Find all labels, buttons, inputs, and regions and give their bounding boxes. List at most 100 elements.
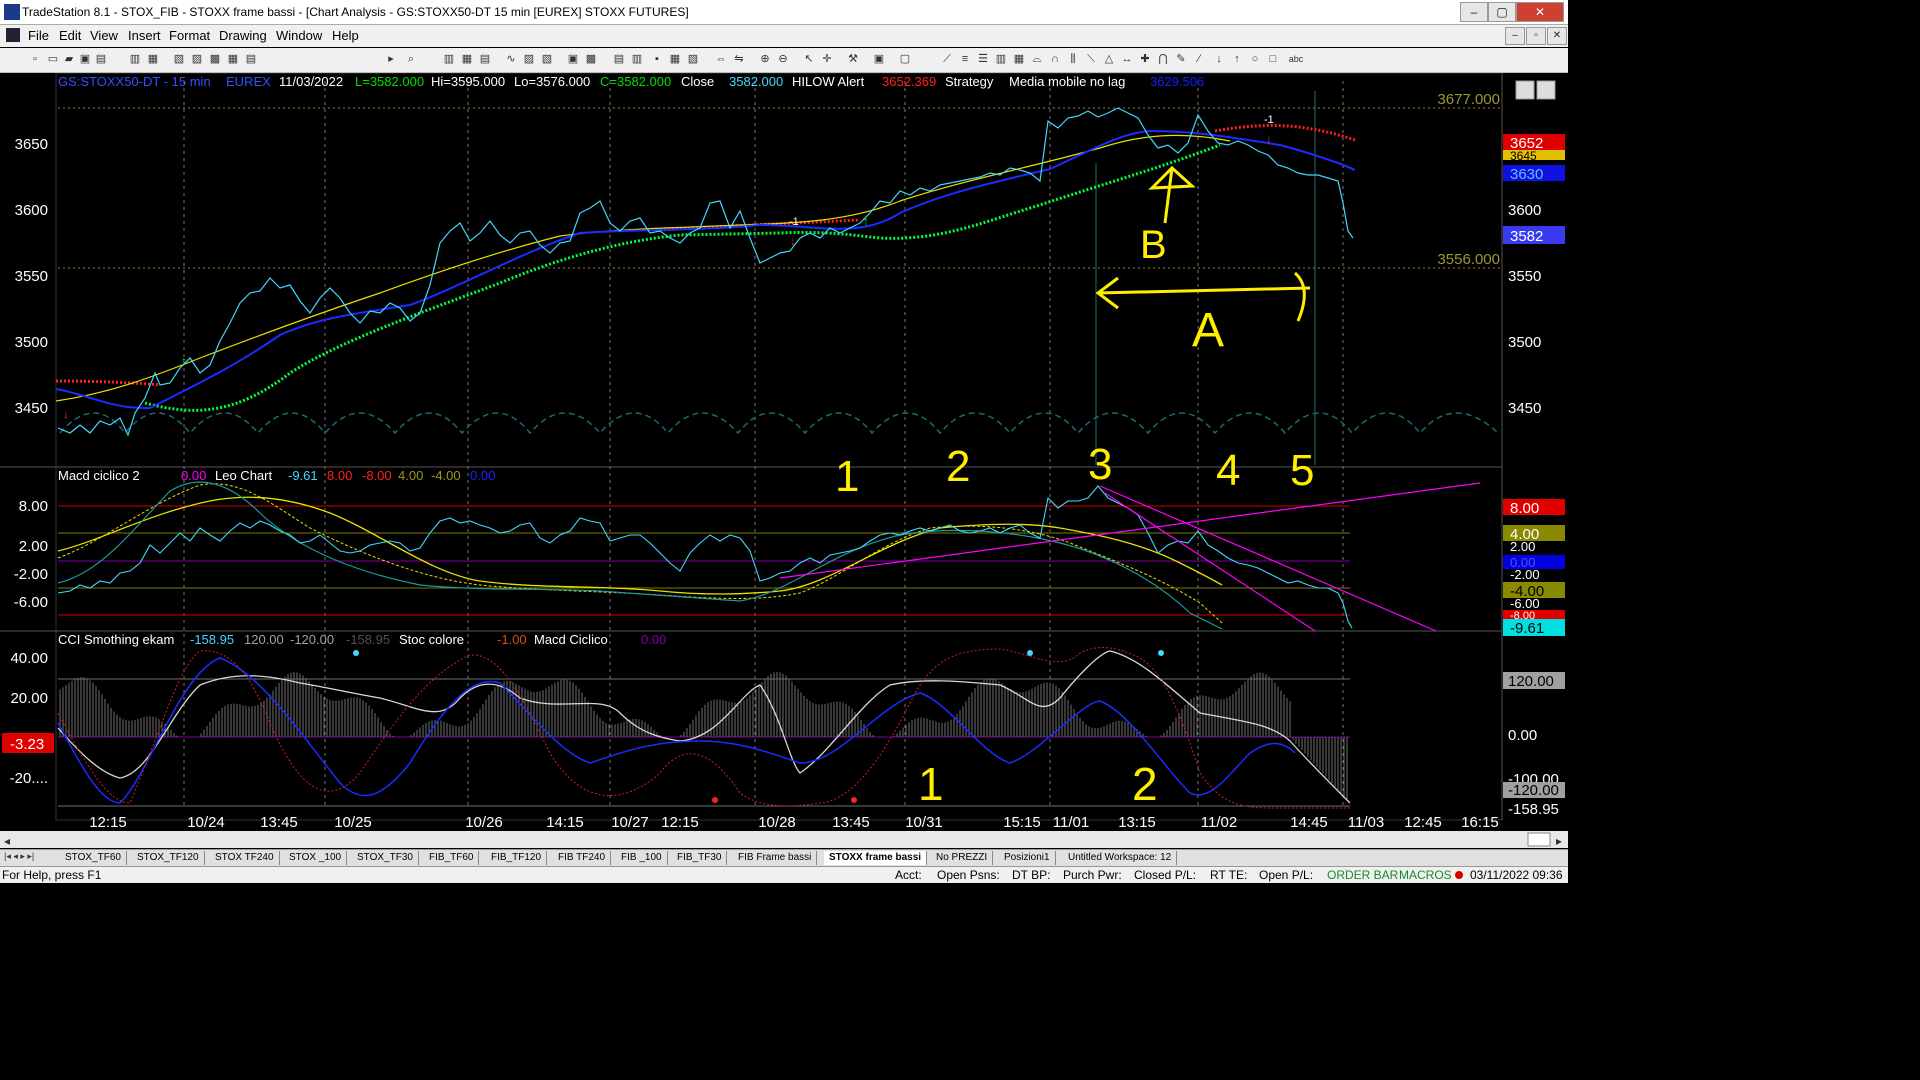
tab-stox-100[interactable]: STOX _100: [284, 851, 348, 865]
regression-icon[interactable]: ⟍: [1084, 52, 1098, 66]
indicator-icon[interactable]: ∿: [504, 52, 518, 66]
menu-view[interactable]: View: [90, 28, 118, 43]
menu-format[interactable]: Format: [169, 28, 210, 43]
trendline-icon[interactable]: ⟋: [940, 52, 954, 66]
right-y-tick: 3450: [1508, 400, 1541, 417]
arrow-up-icon[interactable]: ↑: [1230, 52, 1244, 66]
scrollbar-thumb[interactable]: [1527, 832, 1551, 847]
channel-icon[interactable]: ▥: [994, 52, 1008, 66]
tab-untitled-workspace[interactable]: Untitled Workspace: 12: [1063, 851, 1178, 865]
fib-icon[interactable]: ☰: [976, 52, 990, 66]
open-icon[interactable]: ▭: [46, 52, 60, 66]
arrow-down-icon[interactable]: ↓: [1212, 52, 1226, 66]
rectangle-icon[interactable]: □: [1266, 52, 1280, 66]
tab-fib-tf30[interactable]: FIB_TF30: [672, 851, 728, 865]
tools-icon[interactable]: ⚒: [846, 52, 860, 66]
folder-icon[interactable]: ▰: [62, 52, 76, 66]
pencil-icon[interactable]: ✎: [1174, 52, 1188, 66]
new-icon[interactable]: ▫: [28, 52, 42, 66]
grid-icon[interactable]: ▦: [226, 52, 240, 66]
maximize-button[interactable]: ▢: [1488, 2, 1516, 22]
mdi-close-button[interactable]: ✕: [1547, 27, 1567, 45]
close-button[interactable]: ✕: [1516, 2, 1564, 22]
menu-file[interactable]: File: [28, 28, 49, 43]
chart-analysis-icon[interactable]: ▣: [872, 52, 886, 66]
chart-window-icon[interactable]: ▥: [442, 52, 456, 66]
arc-icon[interactable]: ⌓: [1030, 52, 1044, 66]
status-macros[interactable]: MACROS: [1399, 868, 1452, 882]
triangle-icon[interactable]: △: [1102, 52, 1116, 66]
ellipse-icon[interactable]: ○: [1248, 52, 1262, 66]
table-icon[interactable]: ▤: [244, 52, 258, 66]
go-arrow-icon[interactable]: ▸: [384, 52, 398, 66]
panel-restore-button[interactable]: [1536, 80, 1556, 100]
lock-icon[interactable]: ▩: [208, 52, 222, 66]
save-all-icon[interactable]: ▤: [94, 52, 108, 66]
tab-stoxx-frame-bassi[interactable]: STOXX frame bassi: [824, 851, 928, 865]
scroll-left-icon[interactable]: ◂: [4, 834, 10, 848]
menu-help[interactable]: Help: [332, 28, 359, 43]
scroll-right-icon[interactable]: ▸: [1556, 834, 1562, 848]
tab-fib-tf240[interactable]: FIB TF240: [553, 851, 612, 865]
gann-icon[interactable]: ▦: [1012, 52, 1026, 66]
chart-analysis-window[interactable]: GS:STOXX50-DT - 15 min EUREX 11/03/2022 …: [0, 72, 1568, 848]
menu-window[interactable]: Window: [276, 28, 322, 43]
freehand-icon[interactable]: ⁄: [1192, 52, 1206, 66]
radar-icon[interactable]: ▦: [460, 52, 474, 66]
chart-canvas[interactable]: GS:STOXX50-DT - 15 min EUREX 11/03/2022 …: [0, 72, 1568, 848]
text-icon[interactable]: abc: [1286, 52, 1306, 66]
tab-stox-tf240[interactable]: STOX TF240: [210, 851, 280, 865]
print-preview-icon[interactable]: ▦: [146, 52, 160, 66]
candle-icon[interactable]: ▥: [630, 52, 644, 66]
tab-stox-tf60[interactable]: STOX_TF60: [60, 851, 127, 865]
compress-icon[interactable]: ⇋: [732, 52, 746, 66]
tab-fib-frame-bassi[interactable]: FIB Frame bassi: [733, 851, 818, 865]
panel-minimize-button[interactable]: [1515, 80, 1535, 100]
matrix-icon[interactable]: ▤: [478, 52, 492, 66]
mdi-restore-button[interactable]: ▫: [1526, 27, 1546, 45]
layout-icon[interactable]: ▨: [190, 52, 204, 66]
tab-posizioni1[interactable]: Posizioni1: [999, 851, 1056, 865]
crosshair-icon[interactable]: ✛: [820, 52, 834, 66]
chart-icon[interactable]: [6, 28, 20, 42]
save-icon[interactable]: ▣: [78, 52, 92, 66]
menu-drawing[interactable]: Drawing: [219, 28, 267, 43]
horizontal-scrollbar[interactable]: [0, 831, 1568, 848]
print-icon[interactable]: ▥: [128, 52, 142, 66]
hline-icon[interactable]: ≡: [958, 52, 972, 66]
tab-nav-arrows-icon[interactable]: |◂ ◂ ▸ ▸|: [4, 851, 34, 862]
zoom-in-icon[interactable]: ⊕: [758, 52, 772, 66]
scroll-icon[interactable]: ⇔: [714, 52, 728, 66]
zoom-out-icon[interactable]: ⊖: [776, 52, 790, 66]
vline-icon[interactable]: ✚: [1138, 52, 1152, 66]
andrews-icon[interactable]: ⋂: [1156, 52, 1170, 66]
data-window-icon[interactable]: ▩: [584, 52, 598, 66]
status-order-bar[interactable]: ORDER BAR: [1327, 868, 1398, 882]
strategy-icon[interactable]: ▨: [522, 52, 536, 66]
pointer-icon[interactable]: ↖: [802, 52, 816, 66]
tab-fib-100[interactable]: FIB _100: [616, 851, 668, 865]
format-icon[interactable]: ▣: [566, 52, 580, 66]
tab-stox-tf30[interactable]: STOX_TF30: [352, 851, 419, 865]
optimize-icon[interactable]: ▧: [540, 52, 554, 66]
minimize-button[interactable]: ‒: [1460, 2, 1488, 22]
window-icon[interactable]: ▧: [172, 52, 186, 66]
speed-line-icon[interactable]: ⫼: [1066, 52, 1080, 66]
tab-stox-tf120[interactable]: STOX_TF120: [132, 851, 205, 865]
arrow-lr-icon[interactable]: ↔: [1120, 52, 1134, 66]
menu-edit[interactable]: Edit: [59, 28, 81, 43]
bar-type-icon[interactable]: ▤: [612, 52, 626, 66]
status-purch-pwr: Purch Pwr:: [1063, 868, 1122, 882]
point-figure-icon[interactable]: ▦: [668, 52, 682, 66]
find-symbol-icon[interactable]: ⌕: [404, 52, 418, 66]
cycle-icon[interactable]: ∩: [1048, 52, 1062, 66]
tab-fib-tf60[interactable]: FIB_TF60: [424, 851, 480, 865]
menu-insert[interactable]: Insert: [128, 28, 161, 43]
tab-fib-tf120[interactable]: FIB_TF120: [486, 851, 548, 865]
volume-icon[interactable]: ▧: [686, 52, 700, 66]
mdi-minimize-button[interactable]: ‒: [1505, 27, 1525, 45]
macd-right-label: 8.00: [1510, 500, 1539, 517]
tab-no-prezzi[interactable]: No PREZZI: [931, 851, 994, 865]
line-chart-icon[interactable]: ▪: [650, 52, 664, 66]
alert-icon[interactable]: ▢: [898, 52, 912, 66]
